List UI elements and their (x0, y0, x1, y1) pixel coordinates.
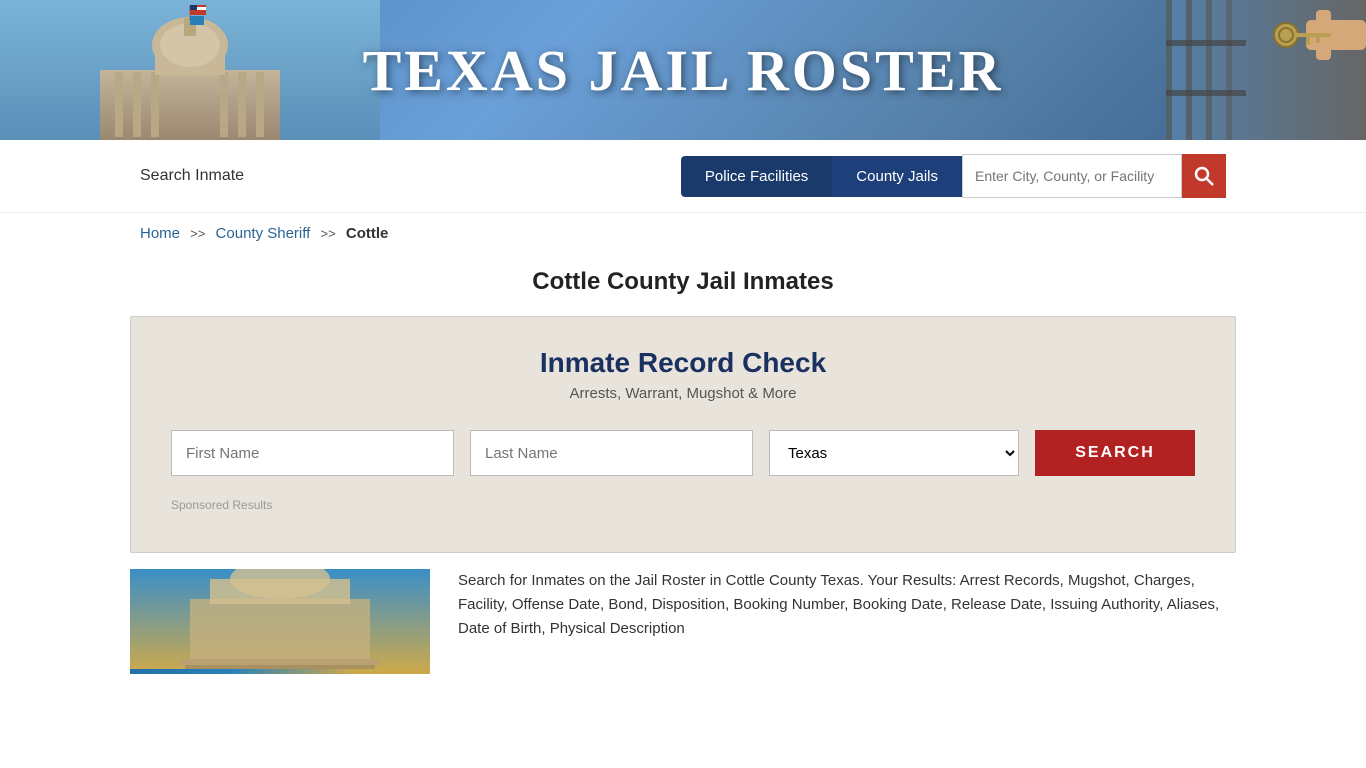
facility-search-button[interactable] (1182, 154, 1226, 198)
inmate-search-form: AlabamaAlaskaArizonaArkansasCaliforniaCo… (171, 430, 1195, 476)
bottom-image (130, 569, 430, 674)
breadcrumb-home[interactable]: Home (140, 225, 180, 242)
sponsored-label: Sponsored Results (171, 498, 1195, 512)
breadcrumb-county-sheriff[interactable]: County Sheriff (216, 225, 311, 242)
nav-right: Police Facilities County Jails (681, 154, 1226, 198)
site-title: Texas Jail Roster (363, 37, 1004, 104)
header-banner: Texas Jail Roster (0, 0, 1366, 140)
breadcrumb: Home >> County Sheriff >> Cottle (0, 213, 1366, 254)
page-title: Cottle County Jail Inmates (0, 268, 1366, 296)
capitol-section (0, 0, 380, 140)
last-name-input[interactable] (470, 430, 753, 476)
search-inmate-label: Search Inmate (140, 167, 244, 185)
capitol-illustration (0, 0, 380, 140)
keys-illustration (1166, 0, 1366, 140)
record-check-heading: Inmate Record Check (171, 347, 1195, 379)
county-jails-button[interactable]: County Jails (832, 156, 962, 197)
search-icon (1194, 166, 1214, 186)
facility-search-input[interactable] (962, 154, 1182, 198)
facility-search-wrap (962, 154, 1226, 198)
breadcrumb-current: Cottle (346, 225, 389, 242)
state-select[interactable]: AlabamaAlaskaArizonaArkansasCaliforniaCo… (769, 430, 1019, 476)
bottom-section: Search for Inmates on the Jail Roster in… (130, 569, 1236, 674)
search-button[interactable]: SEARCH (1035, 430, 1195, 476)
bottom-illustration (130, 569, 430, 669)
first-name-input[interactable] (171, 430, 454, 476)
keys-section (1166, 0, 1366, 140)
police-facilities-button[interactable]: Police Facilities (681, 156, 832, 197)
page-title-wrap: Cottle County Jail Inmates (0, 254, 1366, 306)
bottom-text: Search for Inmates on the Jail Roster in… (430, 569, 1236, 641)
breadcrumb-sep1: >> (190, 226, 205, 241)
nav-bar: Search Inmate Police Facilities County J… (0, 140, 1366, 213)
record-check-subtitle: Arrests, Warrant, Mugshot & More (171, 385, 1195, 402)
record-check-box: Inmate Record Check Arrests, Warrant, Mu… (130, 316, 1236, 553)
breadcrumb-sep2: >> (321, 226, 336, 241)
